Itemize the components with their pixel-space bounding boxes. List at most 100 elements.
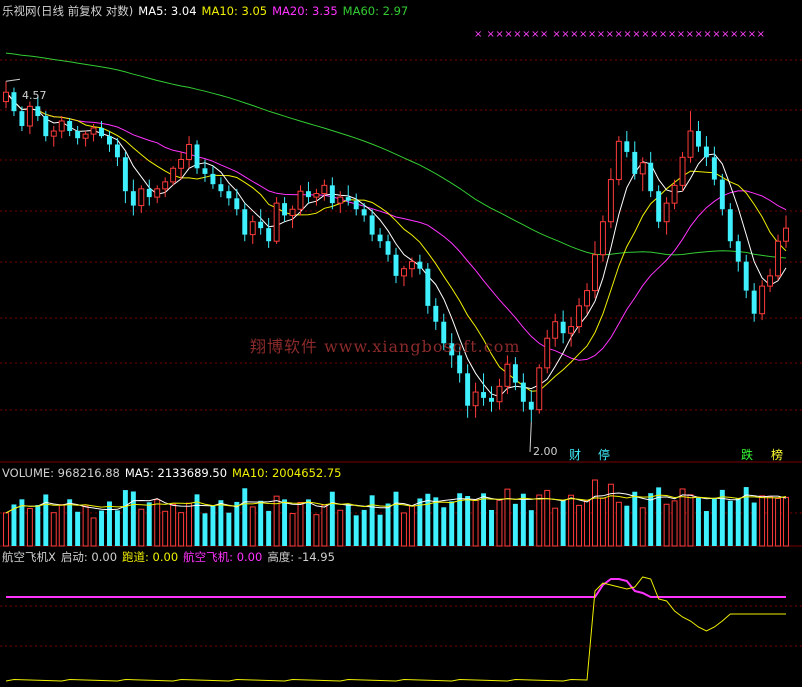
candle-body [703, 146, 709, 158]
volume-ma5-label: MA5: 2133689.50 [124, 466, 228, 480]
volume-bar [656, 487, 662, 546]
candle-body [504, 363, 511, 387]
candle-body [194, 144, 200, 169]
ma20-label: MA20: 3.35 [272, 4, 338, 18]
height-label: 高度: -14.95 [267, 550, 335, 564]
candle-body [624, 141, 630, 152]
candle-body [122, 157, 128, 192]
high-pointer [5, 78, 21, 82]
candle-body [576, 305, 583, 328]
volume-bar [775, 497, 782, 547]
candle-body [361, 209, 367, 216]
candle-body [568, 326, 575, 334]
volume-bar [703, 511, 709, 546]
candle-body [512, 364, 518, 383]
volume-bar [353, 515, 359, 546]
candle-body [417, 261, 423, 269]
candle-body [767, 275, 774, 287]
candle-body [107, 136, 112, 145]
candle-body [226, 191, 232, 199]
candle-body [249, 221, 256, 236]
candle-body [282, 203, 288, 216]
high-price-label: 4.57 [22, 89, 47, 102]
candle-body [26, 105, 33, 127]
height-line [5, 576, 786, 682]
candle-body [234, 198, 240, 210]
volume-bar [90, 517, 97, 547]
candle-body [266, 228, 272, 242]
volume-bar [369, 495, 375, 546]
candle-body [313, 193, 320, 198]
volume-bar [35, 505, 41, 546]
candle-body [496, 385, 503, 403]
candle-body [719, 179, 725, 210]
indicator-name: 航空飞机X [2, 550, 56, 564]
volume-bar [249, 506, 256, 547]
candle-body [19, 111, 25, 126]
signal-flags: × ××××××× ×××××××××××××××××××××××× [474, 29, 766, 40]
chart-title: 乐视网(日线 前复权 对数) [2, 4, 134, 18]
candle-body [711, 157, 717, 180]
candle-body [751, 290, 757, 314]
event-tag-suspend[interactable]: 停 [598, 448, 610, 462]
candle-body [472, 391, 479, 407]
volume-bar [154, 499, 161, 547]
candle-body [218, 184, 224, 192]
candle-body [345, 197, 351, 201]
volume-bar [162, 510, 169, 547]
candle-body [242, 209, 248, 235]
candle-body [289, 208, 296, 216]
volume-bar [687, 494, 694, 547]
candle-body [592, 254, 598, 292]
candle-body [400, 268, 407, 277]
volume-bar [210, 505, 216, 546]
volume-bar [576, 504, 583, 547]
volume-bar [50, 512, 57, 547]
event-tag-list[interactable]: 榜 [771, 448, 783, 462]
volume-bar [3, 512, 9, 547]
plane-label: 航空飞机: 0.00 [183, 550, 263, 564]
volume-bar [663, 503, 670, 547]
volume-bar [26, 508, 33, 547]
candle-body [377, 234, 383, 242]
event-tag-drop[interactable]: 跌 [741, 448, 753, 462]
candle-body [759, 285, 766, 315]
watermark: 翔博软件 www.xiangbosoft.com [250, 337, 521, 356]
candle-body [465, 373, 471, 406]
volume-bar [58, 504, 65, 547]
volume-bar [75, 511, 81, 546]
candle-body [146, 188, 152, 198]
volume-bar [504, 488, 511, 547]
volume-bar [289, 513, 296, 547]
candle-body [170, 167, 177, 183]
candle-body [679, 156, 686, 186]
volume-bar [751, 502, 757, 546]
volume-bar [671, 500, 678, 547]
volume-bar [11, 504, 17, 546]
candle-body [433, 305, 439, 322]
event-tag-finance[interactable]: 财 [569, 448, 581, 462]
candle-body [210, 173, 216, 185]
candle-body [615, 140, 622, 181]
volume-bar [624, 505, 630, 546]
candle-body [735, 241, 741, 262]
volume-bar [632, 491, 638, 546]
volume-bar [727, 500, 733, 546]
candle-body [162, 181, 169, 190]
candle-body [584, 290, 590, 307]
candle-body [11, 92, 17, 112]
volume-bar [329, 491, 335, 546]
volume-bar [266, 510, 272, 546]
volume-bar [122, 490, 128, 546]
candle-body [632, 151, 638, 174]
volume-bar [441, 507, 447, 546]
plane-line [6, 578, 786, 598]
candle-body [481, 392, 487, 398]
volume-bar [321, 504, 328, 547]
volume-bar [783, 496, 789, 547]
candle-body [536, 367, 543, 411]
candle-body [186, 143, 193, 160]
start-label: 启动: 0.00 [60, 550, 118, 564]
candle-body [369, 215, 375, 235]
volume-bar [560, 500, 566, 546]
